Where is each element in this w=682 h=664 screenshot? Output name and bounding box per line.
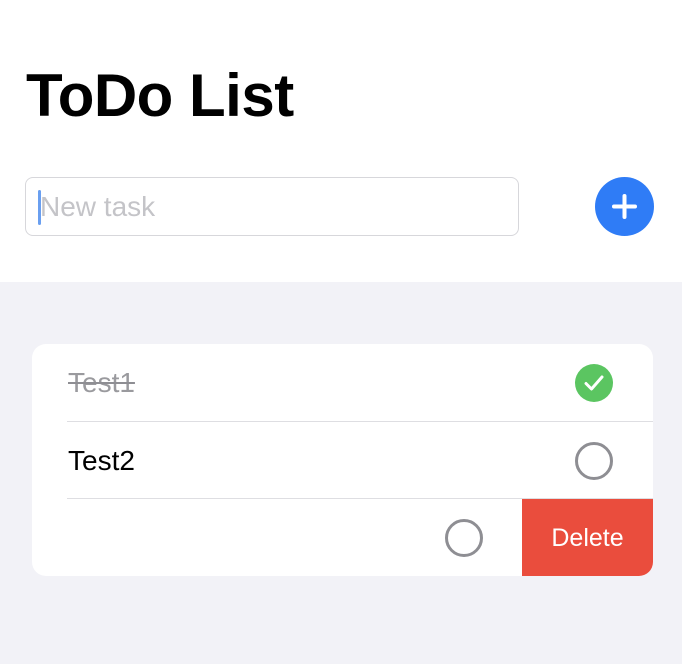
add-task-button[interactable] xyxy=(595,177,654,236)
page-title: ToDo List xyxy=(26,62,294,129)
empty-circle-icon[interactable] xyxy=(575,442,613,480)
delete-button[interactable]: Delete xyxy=(522,499,653,576)
new-task-input[interactable] xyxy=(26,178,518,235)
task-row[interactable]: Test1 xyxy=(32,344,653,421)
empty-circle-icon[interactable] xyxy=(445,519,483,557)
new-task-field[interactable] xyxy=(25,177,519,236)
task-label: Test2 xyxy=(68,445,135,476)
task-row[interactable]: Test2 xyxy=(32,422,653,499)
checkmark-circle-icon[interactable] xyxy=(575,364,613,402)
header-area: ToDo List xyxy=(0,0,682,282)
task-label: Test1 xyxy=(68,367,135,398)
task-list: Test1 Test2 Delete xyxy=(32,344,653,576)
checkmark-icon xyxy=(584,375,604,391)
plus-icon xyxy=(612,194,637,219)
text-cursor xyxy=(38,190,41,225)
task-row-swiped[interactable]: Delete xyxy=(32,499,653,576)
